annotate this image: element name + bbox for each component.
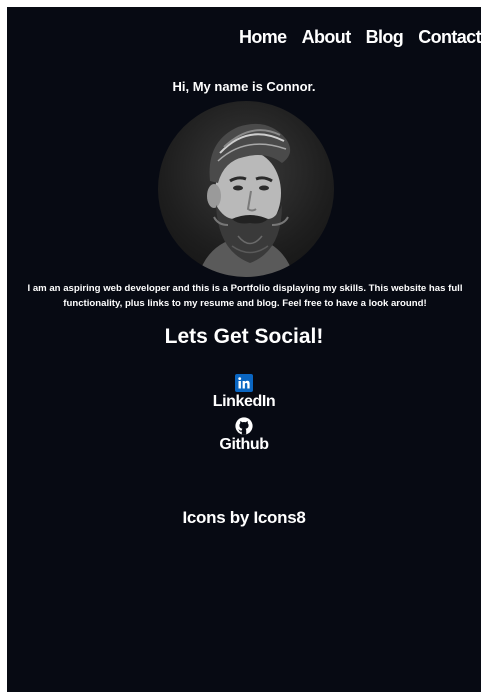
profile-avatar [158, 101, 334, 277]
github-icon [235, 417, 253, 435]
linkedin-icon [235, 374, 253, 392]
linkedin-label: LinkedIn [212, 393, 276, 410]
nav-home-link[interactable]: Home [239, 27, 287, 48]
nav-blog-link[interactable]: Blog [366, 27, 404, 48]
nav-contact-link[interactable]: Contact [418, 27, 481, 48]
github-link[interactable]: Github [7, 417, 481, 455]
bio-text: I am an aspiring web developer and this … [27, 283, 463, 309]
github-label: Github [219, 436, 269, 453]
bearded-man-portrait [198, 123, 294, 277]
main-nav: Home About Blog Contact [239, 27, 481, 48]
nav-about-link[interactable]: About [302, 27, 352, 48]
icons-credit-link[interactable]: Icons by Icons8 [7, 508, 481, 528]
greeting-heading: Hi, My name is Connor. [172, 79, 316, 94]
linkedin-link[interactable]: LinkedIn [7, 374, 481, 412]
social-heading: Lets Get Social! [164, 325, 324, 348]
page: Home About Blog Contact Hi, My name is C… [7, 7, 481, 692]
